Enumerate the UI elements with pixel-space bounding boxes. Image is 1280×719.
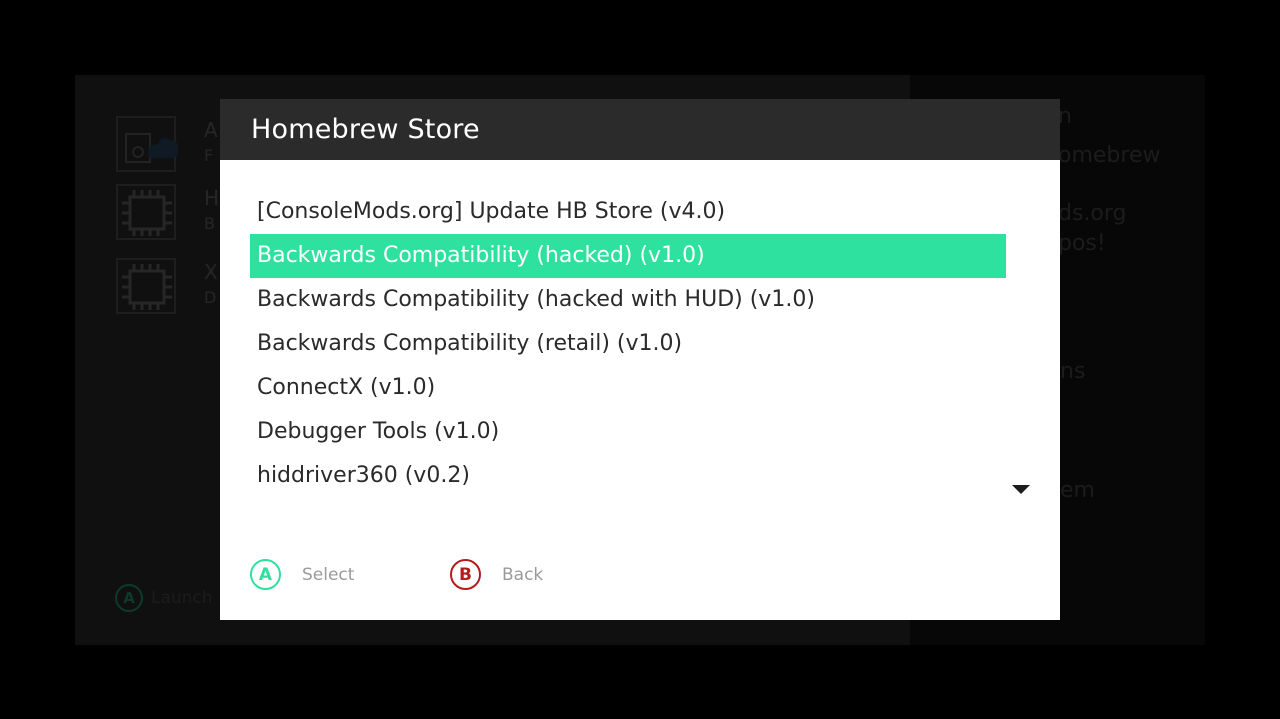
back-label: Back: [502, 564, 544, 585]
background-side-text: pos!: [1058, 231, 1106, 256]
background-item-subtitle: B: [204, 214, 215, 233]
cloud-icon: [116, 116, 179, 172]
list-item-selected[interactable]: Backwards Compatibility (hacked) (v1.0): [250, 234, 1006, 278]
list-item[interactable]: [ConsoleMods.org] Update HB Store (v4.0): [250, 190, 1006, 234]
a-button-icon: A: [250, 559, 281, 590]
back-hint[interactable]: B Back: [450, 559, 543, 590]
list-item[interactable]: Backwards Compatibility (hacked with HUD…: [250, 278, 1006, 322]
select-hint[interactable]: A Select: [250, 559, 354, 590]
dialog-title: Homebrew Store: [251, 114, 480, 145]
list-item[interactable]: ConnectX (v1.0): [250, 366, 1006, 410]
triangle-down-icon[interactable]: [1012, 485, 1030, 494]
list-item[interactable]: hiddriver360 (v0.2): [250, 454, 1006, 498]
background-side-text: em: [1060, 478, 1095, 503]
a-button-icon: A: [115, 584, 143, 612]
background-side-text: n: [1058, 104, 1072, 129]
homebrew-store-dialog: Homebrew Store [ConsoleMods.org] Update …: [220, 99, 1060, 620]
background-side-text: omebrew: [1058, 143, 1161, 168]
list-item[interactable]: Debugger Tools (v1.0): [250, 410, 1006, 454]
background-item-title: H: [204, 186, 220, 210]
background-list-item: X D: [112, 254, 232, 318]
chip-icon: [116, 258, 176, 314]
background-list-item: A F: [112, 112, 232, 176]
background-item-subtitle: D: [204, 288, 217, 307]
background-item-subtitle: F: [204, 146, 214, 165]
homebrew-list: [ConsoleMods.org] Update HB Store (v4.0)…: [250, 190, 1006, 498]
background-item-title: X: [204, 260, 218, 284]
list-item[interactable]: Backwards Compatibility (retail) (v1.0): [250, 322, 1006, 366]
select-label: Select: [302, 564, 355, 585]
background-item-title: A: [204, 118, 218, 142]
background-launch-hint: A Launch: [115, 584, 213, 612]
dialog-header: Homebrew Store: [220, 99, 1060, 160]
chip-icon: [116, 184, 176, 240]
background-side-text: ns: [1060, 359, 1086, 384]
background-side-text: ds.org: [1058, 201, 1127, 226]
background-hint-label: Launch: [151, 588, 213, 608]
background-list-item: H B: [112, 180, 232, 244]
b-button-icon: B: [450, 559, 481, 590]
